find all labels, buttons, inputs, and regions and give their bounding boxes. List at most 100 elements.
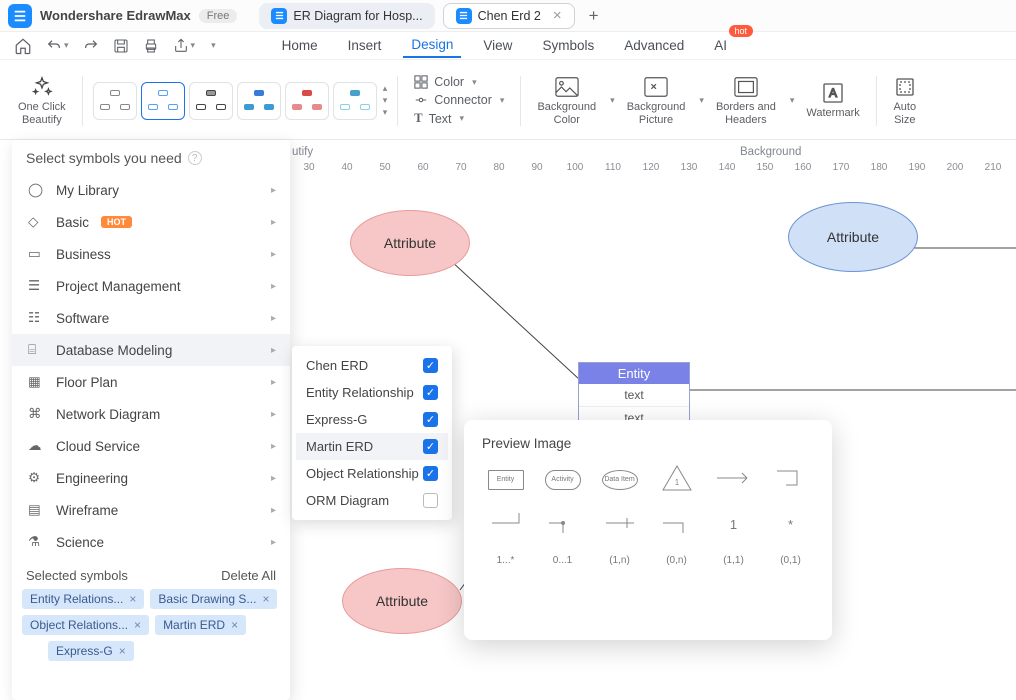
chip-object-relations[interactable]: Object Relations...×	[22, 615, 149, 635]
submenu-orm-diagram[interactable]: ORM Diagram	[296, 487, 448, 514]
sidebar-item-science[interactable]: ⚗Science▸	[12, 526, 290, 558]
oneclick-beautify[interactable]: One Click Beautify	[12, 75, 72, 125]
autosize-button[interactable]: Auto Size	[887, 75, 923, 125]
svg-text:A: A	[829, 86, 837, 100]
submenu-entity-relationship[interactable]: Entity Relationship✓	[296, 379, 448, 406]
add-tab-button[interactable]: +	[583, 6, 605, 26]
wireframe-icon: ▤	[28, 502, 44, 518]
theme-prev-icon[interactable]: ▴	[383, 83, 388, 94]
share-icon[interactable]: ▾	[173, 38, 196, 54]
pv-connector-icon	[662, 512, 692, 537]
content-area: utify Background 30405060708090100110120…	[0, 140, 1016, 690]
chevron-right-icon: ▸	[271, 441, 276, 452]
chevron-down-icon[interactable]: ▾	[699, 95, 704, 106]
redo-icon[interactable]	[83, 38, 99, 54]
sidebar-item-database-modeling[interactable]: ⌸Database Modeling▸	[12, 334, 290, 366]
submenu-express-g[interactable]: Express-G✓	[296, 406, 448, 433]
menu-home[interactable]: Home	[274, 34, 326, 57]
menu-view[interactable]: View	[475, 34, 520, 57]
hot-badge: hot	[729, 25, 754, 37]
home-icon[interactable]	[14, 37, 32, 55]
close-icon[interactable]: ×	[119, 644, 126, 658]
tab-er-diagram-hospital[interactable]: ER Diagram for Hosp...	[259, 3, 434, 29]
menu-design[interactable]: Design	[403, 33, 461, 58]
menu-advanced[interactable]: Advanced	[616, 34, 692, 57]
menu-symbols[interactable]: Symbols	[534, 34, 602, 57]
bgcolor-button[interactable]: Background Color	[531, 75, 602, 125]
chevron-right-icon: ▸	[271, 345, 276, 356]
sidebar-item-basic[interactable]: ◇BasicHOT▸	[12, 206, 290, 238]
bgcolor-label: Background Color	[537, 101, 596, 125]
more-icon[interactable]: ▾	[209, 40, 216, 51]
sidebar-item-wireframe[interactable]: ▤Wireframe▸	[12, 494, 290, 526]
titlebar: Wondershare EdrawMax Free ER Diagram for…	[0, 0, 1016, 32]
theme-more-icon[interactable]: ▾	[383, 107, 388, 118]
menu-insert[interactable]: Insert	[340, 34, 390, 57]
checkbox-icon[interactable]: ✓	[423, 412, 438, 427]
chip-basic-drawing[interactable]: Basic Drawing S...×	[150, 589, 277, 609]
checkbox-icon[interactable]	[423, 493, 438, 508]
borders-button[interactable]: Borders and Headers	[710, 75, 782, 125]
menu-ai-label: AI	[714, 38, 727, 53]
sidebar-item-floor-plan[interactable]: ▦Floor Plan▸	[12, 366, 290, 398]
connector-menu[interactable]: Connector▾	[414, 92, 504, 108]
chip-entity-relations[interactable]: Entity Relations...×	[22, 589, 144, 609]
chevron-down-icon[interactable]: ▾	[610, 95, 615, 106]
save-icon[interactable]	[113, 38, 129, 54]
close-icon[interactable]: ×	[129, 592, 136, 606]
sidebar-item-business[interactable]: ▭Business▸	[12, 238, 290, 270]
sidebar-item-engineering[interactable]: ⚙Engineering▸	[12, 462, 290, 494]
sidebar-item-project-management[interactable]: ☰Project Management▸	[12, 270, 290, 302]
sidebar-item-cloud[interactable]: ☁Cloud Service▸	[12, 430, 290, 462]
tag-icon: ◇	[28, 214, 44, 230]
bgpic-button[interactable]: Background Picture	[621, 75, 692, 125]
theme-option-6[interactable]	[333, 82, 377, 120]
checkbox-icon[interactable]: ✓	[423, 466, 438, 481]
sidebar-item-mylibrary[interactable]: ◯My Library▸	[12, 174, 290, 206]
close-icon[interactable]: ×	[262, 592, 269, 606]
submenu-martin-erd[interactable]: Martin ERD✓	[296, 433, 448, 460]
submenu-object-relationship[interactable]: Object Relationship✓	[296, 460, 448, 487]
library-icon: ◯	[28, 182, 44, 198]
theme-option-5[interactable]	[285, 82, 329, 120]
svg-text:1: 1	[674, 478, 679, 487]
theme-option-2[interactable]	[141, 82, 185, 120]
theme-option-4[interactable]	[237, 82, 281, 120]
checkbox-icon[interactable]: ✓	[423, 439, 438, 454]
sidebar-item-software[interactable]: ☷Software▸	[12, 302, 290, 334]
chevron-right-icon: ▸	[271, 313, 276, 324]
checkbox-icon[interactable]: ✓	[423, 358, 438, 373]
print-icon[interactable]	[143, 38, 159, 54]
submenu-chen-erd[interactable]: Chen ERD✓	[296, 352, 448, 379]
text-menu[interactable]: TText▾	[414, 110, 504, 127]
close-icon[interactable]: ×	[553, 7, 562, 24]
watermark-button[interactable]: A Watermark	[800, 81, 865, 119]
chevron-down-icon[interactable]: ▾	[790, 95, 795, 106]
delete-all-button[interactable]: Delete All	[221, 568, 276, 583]
chevron-right-icon: ▸	[271, 537, 276, 548]
color-menu[interactable]: Color▾	[414, 74, 504, 90]
attribute-shape[interactable]: Attribute	[788, 202, 918, 272]
tab-chen-erd-2[interactable]: Chen Erd 2 ×	[443, 3, 575, 29]
theme-option-1[interactable]	[93, 82, 137, 120]
chip-express-g[interactable]: Express-G×	[48, 641, 134, 661]
chip-martin-erd[interactable]: Martin ERD×	[155, 615, 246, 635]
chevron-right-icon: ▸	[271, 505, 276, 516]
close-icon[interactable]: ×	[231, 618, 238, 632]
pv-arrow-icon	[716, 471, 752, 488]
menu-ai[interactable]: AIhot	[706, 34, 735, 57]
attribute-shape[interactable]: Attribute	[342, 568, 462, 634]
theme-option-3[interactable]	[189, 82, 233, 120]
close-icon[interactable]: ×	[134, 618, 141, 632]
preview-popover: Preview Image Entity Activity Data Item …	[464, 420, 832, 640]
theme-next-icon[interactable]: ▾	[383, 95, 388, 106]
pv-connector-icon	[548, 512, 578, 537]
network-icon: ⌘	[28, 406, 44, 422]
app-name: Wondershare EdrawMax	[40, 8, 191, 23]
app-tab-icon	[456, 8, 472, 24]
sidebar-item-network[interactable]: ⌘Network Diagram▸	[12, 398, 290, 430]
help-icon[interactable]: ?	[188, 151, 202, 165]
checkbox-icon[interactable]: ✓	[423, 385, 438, 400]
undo-icon[interactable]: ▾	[46, 38, 69, 54]
attribute-shape[interactable]: Attribute	[350, 210, 470, 276]
